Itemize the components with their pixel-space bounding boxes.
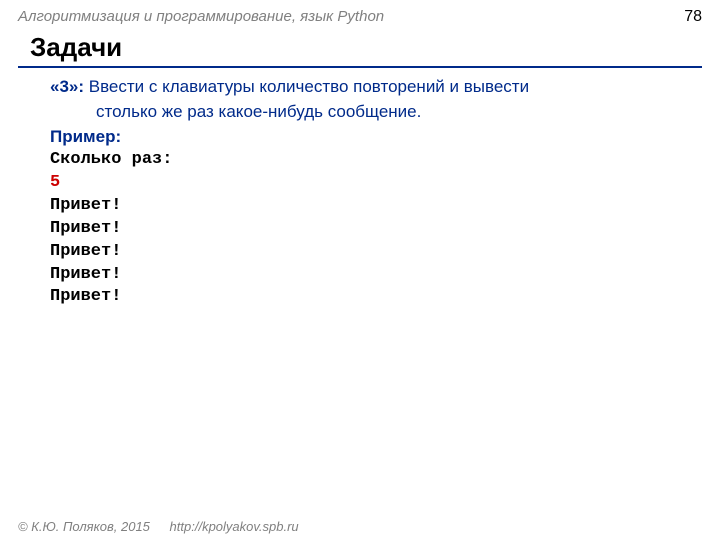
footer: © К.Ю. Поляков, 2015 http://kpolyakov.sp…	[18, 519, 299, 534]
example-output-1: Привет!	[50, 195, 702, 218]
task-description-line2: столько же раз какое-нибудь сообщение.	[50, 101, 702, 124]
task-description-line1: «3»: Ввести с клавиатуры количество повт…	[50, 76, 702, 99]
example-input: 5	[50, 172, 702, 195]
section-title: Задачи	[0, 28, 720, 66]
header: Алгоритмизация и программирование, язык …	[0, 0, 720, 28]
task-marker: «3»:	[50, 77, 84, 96]
content: «3»: Ввести с клавиатуры количество повт…	[0, 68, 720, 309]
page-number: 78	[684, 8, 702, 26]
example-output-2: Привет!	[50, 218, 702, 241]
course-title: Алгоритмизация и программирование, язык …	[18, 8, 384, 25]
example-label: Пример:	[50, 126, 702, 149]
example-output-3: Привет!	[50, 241, 702, 264]
task-text-1: Ввести с клавиатуры количество повторени…	[84, 77, 529, 96]
footer-url: http://kpolyakov.spb.ru	[170, 519, 299, 534]
example-prompt: Сколько раз:	[50, 149, 702, 172]
example-output-5: Привет!	[50, 286, 702, 309]
example-output-4: Привет!	[50, 264, 702, 287]
copyright: © К.Ю. Поляков, 2015	[18, 519, 150, 534]
